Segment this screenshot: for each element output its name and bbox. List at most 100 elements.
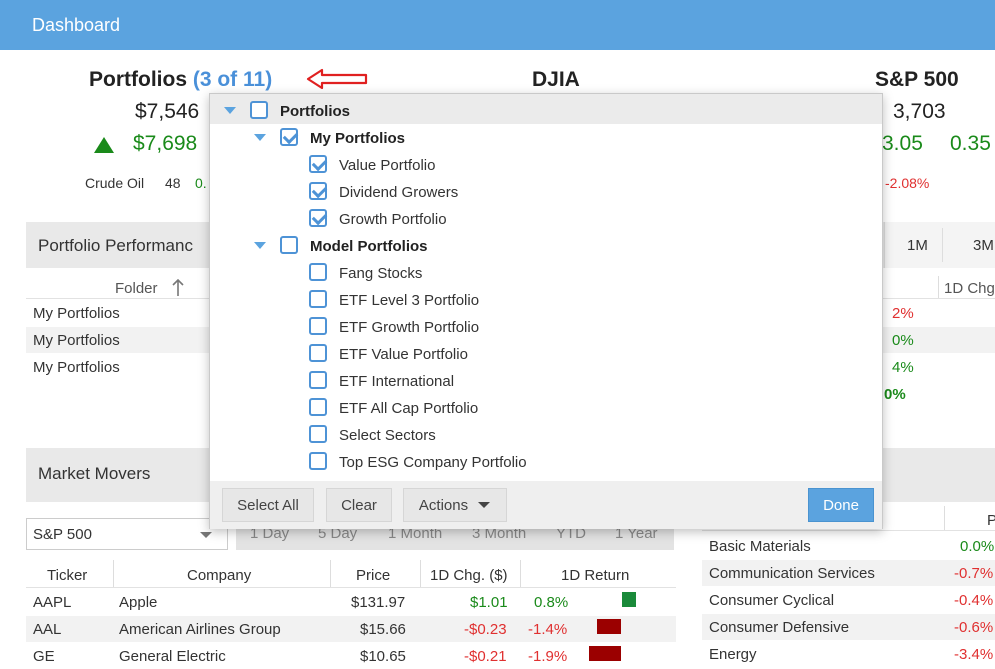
- chevron-down-icon[interactable]: [254, 134, 266, 141]
- price-column-header[interactable]: Price: [356, 567, 390, 584]
- portfolio-selector-dropdown: Portfolios My Portfolios Value Portfolio…: [209, 93, 883, 529]
- etf-all-cap-checkbox[interactable]: [309, 398, 327, 416]
- etf-value-checkbox[interactable]: [309, 344, 327, 362]
- column-divider: [944, 506, 945, 530]
- my-portfolios-label[interactable]: My Portfolios: [310, 130, 405, 147]
- dividend-growers-checkbox[interactable]: [309, 182, 327, 200]
- select-sectors-label[interactable]: Select Sectors: [339, 427, 436, 444]
- select-sectors-checkbox[interactable]: [309, 425, 327, 443]
- list-item[interactable]: Communication Services -0.7%: [702, 560, 995, 586]
- sector-value: -3.4%: [954, 646, 994, 663]
- table-row[interactable]: GE General Electric $10.65 -$0.21 -1.9%: [26, 643, 676, 669]
- portfolios-checkbox[interactable]: [250, 101, 268, 119]
- row-folder: My Portfolios: [33, 332, 120, 349]
- return-column-header[interactable]: 1D Return: [561, 567, 629, 584]
- column-divider: [330, 560, 331, 588]
- ticker-column-header[interactable]: Ticker: [47, 567, 87, 584]
- tree-root-label[interactable]: Portfolios: [280, 103, 350, 120]
- row-return: -1.4%: [528, 621, 568, 638]
- dividend-growers-label[interactable]: Dividend Growers: [339, 184, 458, 201]
- top-esg-label[interactable]: Top ESG Company Portfolio: [339, 454, 527, 471]
- sector-name: Energy: [709, 646, 757, 663]
- chevron-down-icon[interactable]: [224, 107, 236, 114]
- sp500-title: S&P 500: [875, 68, 959, 91]
- column-divider: [420, 560, 421, 588]
- crude-oil-label: Crude Oil: [85, 175, 145, 191]
- etf-level-3-label[interactable]: ETF Level 3 Portfolio: [339, 292, 479, 309]
- etf-value-label[interactable]: ETF Value Portfolio: [339, 346, 468, 363]
- portfolios-change: $7,698: [133, 132, 198, 155]
- model-portfolios-label[interactable]: Model Portfolios: [310, 238, 428, 255]
- row-ticker: AAPL: [33, 594, 72, 611]
- sector-value: -0.4%: [954, 592, 994, 609]
- model-portfolios-checkbox[interactable]: [280, 236, 298, 254]
- page-title: Dashboard: [32, 15, 121, 35]
- chg-column-header[interactable]: 1D Chg: [944, 280, 995, 297]
- portfolios-value: $7,546: [135, 100, 200, 123]
- sp500-value: 3,703: [893, 100, 946, 123]
- sector-name: Communication Services: [709, 565, 875, 582]
- etf-international-checkbox[interactable]: [309, 371, 327, 389]
- index-select[interactable]: S&P 500: [26, 518, 228, 550]
- row-chg: -$0.23: [464, 621, 507, 638]
- table-row[interactable]: AAL American Airlines Group $15.66 -$0.2…: [26, 616, 676, 642]
- chevron-down-icon: [478, 502, 491, 508]
- djia-title: DJIA: [532, 68, 580, 91]
- value-portfolio-checkbox[interactable]: [309, 155, 327, 173]
- sector-value: -0.6%: [954, 619, 994, 636]
- chg-column-header[interactable]: 1D Chg. ($): [430, 567, 508, 584]
- market-movers-title: Market Movers: [38, 464, 151, 483]
- column-divider: [113, 560, 114, 588]
- fang-stocks-label[interactable]: Fang Stocks: [339, 265, 422, 282]
- row-chg: -$0.21: [464, 648, 507, 665]
- value-portfolio-label[interactable]: Value Portfolio: [339, 157, 435, 174]
- fang-stocks-checkbox[interactable]: [309, 263, 327, 281]
- clear-button[interactable]: Clear: [326, 488, 392, 522]
- row-company: American Airlines Group: [119, 621, 281, 638]
- app-header: Dashboard: [0, 0, 995, 50]
- divider: [26, 587, 676, 588]
- select-all-button[interactable]: Select All: [222, 488, 314, 522]
- row-folder: My Portfolios: [33, 359, 120, 376]
- growth-portfolio-label[interactable]: Growth Portfolio: [339, 211, 447, 228]
- list-item[interactable]: Energy -3.4%: [702, 641, 995, 666]
- top-esg-checkbox[interactable]: [309, 452, 327, 470]
- row-return: 0.8%: [534, 594, 569, 611]
- right-strip-change: -2.08%: [885, 175, 930, 191]
- tab-1m[interactable]: 1M: [907, 237, 928, 254]
- tab-divider: [942, 228, 943, 262]
- growth-portfolio-checkbox[interactable]: [309, 209, 327, 227]
- column-divider: [938, 276, 939, 298]
- etf-international-label[interactable]: ETF International: [339, 373, 454, 390]
- done-button[interactable]: Done: [808, 488, 874, 522]
- etf-growth-checkbox[interactable]: [309, 317, 327, 335]
- my-portfolios-checkbox[interactable]: [280, 128, 298, 146]
- arrow-left-icon: [306, 68, 368, 90]
- folder-column-header[interactable]: Folder: [115, 280, 158, 297]
- row-ticker: AAL: [33, 621, 62, 638]
- table-row[interactable]: AAPL Apple $131.97 $1.01 0.8%: [26, 589, 676, 615]
- list-item[interactable]: Basic Materials 0.0%: [702, 533, 995, 559]
- etf-level-3-checkbox[interactable]: [309, 290, 327, 308]
- row-folder: My Portfolios: [33, 305, 120, 322]
- tab-3m[interactable]: 3M: [973, 237, 994, 254]
- list-item[interactable]: Consumer Defensive -0.6%: [702, 614, 995, 640]
- actions-label: Actions: [418, 496, 469, 514]
- row-ticker: GE: [33, 648, 55, 665]
- actions-button[interactable]: Actions: [403, 488, 507, 522]
- etf-growth-label[interactable]: ETF Growth Portfolio: [339, 319, 479, 336]
- return-bar: [589, 646, 621, 661]
- crude-oil-value: 48: [165, 175, 181, 191]
- return-bar: [622, 592, 636, 607]
- row-company: Apple: [119, 594, 158, 611]
- column-divider: [520, 560, 521, 588]
- triangle-up-icon: [94, 137, 114, 153]
- etf-all-cap-label[interactable]: ETF All Cap Portfolio: [339, 400, 478, 417]
- portfolios-count-link[interactable]: (3 of 11): [193, 68, 272, 91]
- company-column-header[interactable]: Company: [187, 567, 251, 584]
- chevron-down-icon[interactable]: [254, 242, 266, 249]
- sectors-column-header[interactable]: P: [987, 512, 995, 529]
- sector-value: 0.0%: [960, 538, 995, 555]
- sp500-change: 3.05: [882, 132, 923, 155]
- list-item[interactable]: Consumer Cyclical -0.4%: [702, 587, 995, 613]
